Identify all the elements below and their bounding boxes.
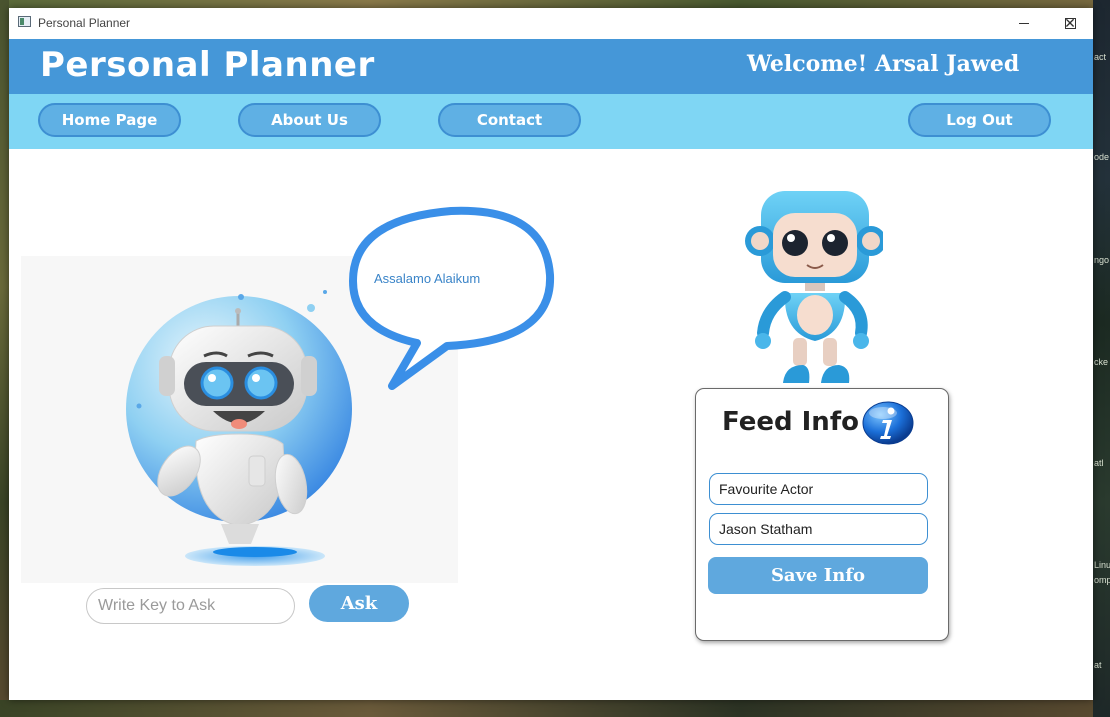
feed-info-card: Feed Info Save Info — [695, 388, 949, 641]
title-bar[interactable]: Personal Planner — [9, 8, 1093, 39]
desktop-icon-label[interactable]: omp — [1094, 575, 1110, 585]
feed-info-title: Feed Info — [722, 407, 859, 437]
desktop-icon-label[interactable]: Linu — [1094, 560, 1110, 570]
nav-contact-button[interactable]: Contact — [438, 103, 581, 137]
minimize-icon — [1019, 23, 1029, 24]
app-header: Personal Planner Welcome! Arsal Jawed — [9, 39, 1093, 94]
info-icon — [862, 401, 914, 445]
ask-key-input[interactable] — [86, 588, 295, 624]
speech-bubble-text: Assalamo Alaikum — [374, 271, 481, 286]
minimize-button[interactable] — [1001, 8, 1047, 39]
app-window: Personal Planner ✕ Personal Planner Welc… — [9, 8, 1093, 700]
app-brand-title: Personal Planner — [40, 45, 375, 85]
desktop-icon-label[interactable]: ngo — [1094, 255, 1110, 265]
ask-button[interactable]: Ask — [309, 585, 409, 622]
desktop-icon-label[interactable]: ode — [1094, 152, 1110, 162]
mascot-robot-image — [745, 191, 883, 383]
favourite-category-field[interactable] — [709, 473, 928, 505]
favourite-value-field[interactable] — [709, 513, 928, 545]
desktop-icon-label[interactable]: atl — [1094, 458, 1110, 468]
desktop-icon-label[interactable]: cke — [1094, 357, 1110, 367]
app-icon — [18, 16, 31, 27]
nav-bar: Home Page About Us Contact Log Out — [9, 94, 1093, 149]
desktop-wallpaper-left — [0, 0, 9, 717]
desktop-wallpaper-top — [0, 0, 1110, 8]
welcome-message: Welcome! Arsal Jawed — [747, 51, 1020, 77]
close-icon: ✕ — [1064, 15, 1076, 32]
desktop-icon-label[interactable]: act — [1094, 52, 1110, 62]
nav-home-button[interactable]: Home Page — [38, 103, 181, 137]
window-title: Personal Planner — [38, 16, 131, 30]
logout-button[interactable]: Log Out — [908, 103, 1051, 137]
desktop-icon-label[interactable]: at — [1094, 660, 1110, 670]
close-button[interactable]: ✕ — [1047, 8, 1093, 39]
desktop-wallpaper-bottom — [0, 700, 1110, 717]
nav-about-button[interactable]: About Us — [238, 103, 381, 137]
save-info-button[interactable]: Save Info — [708, 557, 928, 594]
speech-bubble — [349, 206, 555, 390]
